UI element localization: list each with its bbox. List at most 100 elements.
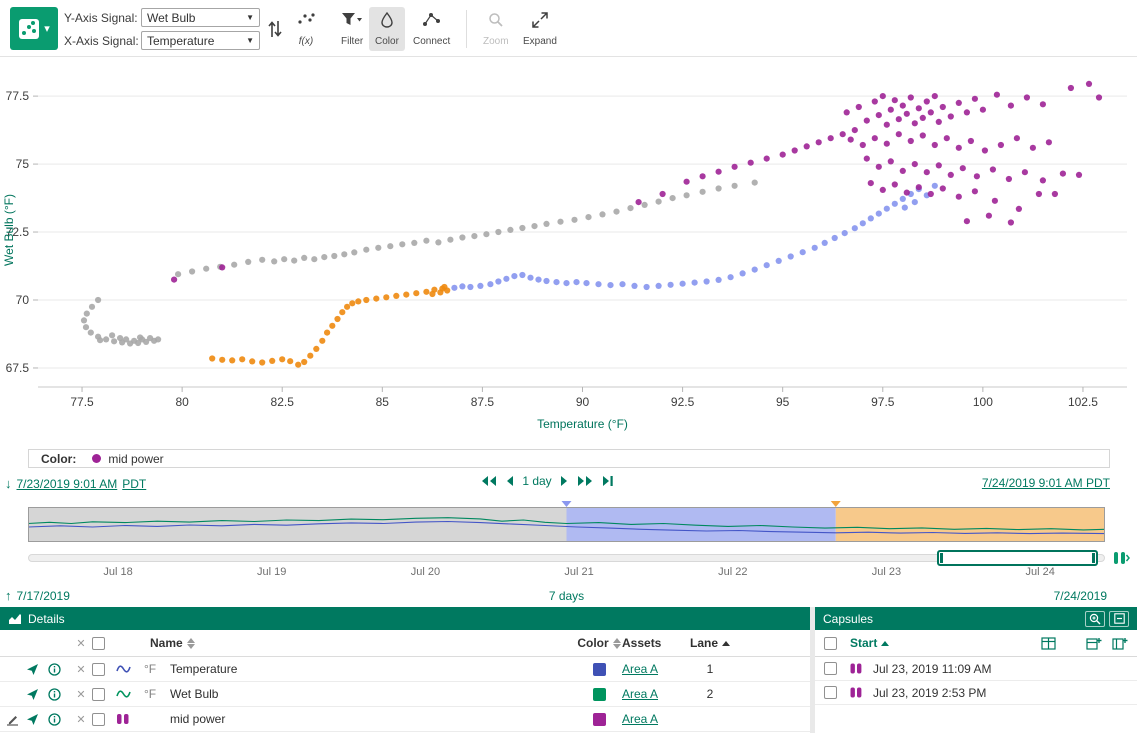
columns-icon[interactable] [1041,637,1056,650]
trend-navigate-icon[interactable] [26,713,39,726]
fx-button[interactable]: f(x) [291,7,321,51]
date-axis: Jul 18Jul 19Jul 20Jul 21Jul 22Jul 23Jul … [28,566,1105,580]
name-column-header[interactable]: Name [150,636,183,650]
strip-marker[interactable] [562,501,572,507]
step-forward-button[interactable] [560,475,569,487]
toolbar-separator [466,10,467,48]
row-checkbox[interactable] [92,713,105,726]
scatter-plot[interactable]: 67.57072.57577.577.58082.58587.59092.595… [0,57,1137,447]
sort-icon[interactable] [613,638,621,649]
step-back-full-button[interactable] [480,475,497,487]
step-forward-full-button[interactable] [577,475,594,487]
swap-arrows-icon [267,19,283,39]
remove-icon[interactable]: ✕ [76,713,85,726]
x-axis-title: Temperature (°F) [537,417,628,431]
connect-button[interactable]: Connect [407,7,456,51]
zoom-label: Zoom [483,36,509,47]
zoom-to-capsule-button[interactable] [1085,611,1105,627]
item-name: Temperature [170,662,576,676]
asset-link[interactable]: Area A [622,662,658,676]
start-timezone-link[interactable]: PDT [122,477,146,491]
start-column-header[interactable]: Start [850,636,877,650]
up-arrow-icon: ↑ [5,588,12,603]
sort-asc-icon[interactable] [881,641,889,646]
color-swatch[interactable] [593,688,606,701]
x-tick-label: 85 [376,395,390,409]
trend-navigate-icon[interactable] [26,688,39,701]
scatter-series-uncolored [81,180,758,347]
filter-label: Filter [341,36,363,47]
filter-button[interactable]: Filter [335,7,369,51]
sort-icon[interactable] [187,638,195,649]
add-column-icon[interactable] [1086,637,1102,650]
range-end-date[interactable]: 7/24/2019 [1054,589,1107,603]
sort-asc-icon[interactable] [722,641,730,646]
lane-value: 1 [686,662,734,676]
fx-scatter-icon [297,12,315,26]
collapse-panel-button[interactable] [1109,611,1129,627]
select-all-capsules-checkbox[interactable] [824,637,837,650]
asset-link[interactable]: Area A [622,687,658,701]
view-selector-button[interactable]: ▾ [10,7,58,50]
x-tick-label: 92.5 [671,395,695,409]
info-icon[interactable] [48,713,61,726]
trend-navigate-icon[interactable] [26,663,39,676]
strip-marker[interactable] [831,501,841,507]
row-checkbox[interactable] [92,663,105,676]
time-slider-selection[interactable] [937,550,1098,566]
x-tick-label: 80 [175,395,189,409]
auto-update-icon[interactable] [1112,550,1130,569]
connect-icon [422,12,442,27]
x-tick-label: 77.5 [70,395,94,409]
step-size-label[interactable]: 1 day [522,474,551,488]
edit-icon[interactable] [6,713,19,726]
end-datetime-link[interactable]: 7/24/2019 9:01 AM PDT [982,476,1110,490]
x-tick-label: 100 [973,395,993,409]
add-stat-column-icon[interactable] [1112,637,1128,650]
date-tick-label: Jul 24 [1025,566,1054,578]
lane-column-header[interactable]: Lane [690,636,718,650]
capsules-title: Capsules [823,612,1081,626]
expand-button[interactable]: Expand [517,7,563,51]
asset-link[interactable]: Area A [622,712,658,726]
color-droplet-icon [380,12,394,28]
x-axis-select[interactable]: Temperature ▼ [141,31,260,50]
capsule-checkbox[interactable] [824,686,837,699]
y-axis-select[interactable]: Wet Bulb ▼ [141,8,260,27]
info-icon[interactable] [48,688,61,701]
select-caret-icon: ▼ [246,36,254,45]
minimize-icon [1114,613,1125,624]
select-all-checkbox[interactable] [92,637,105,650]
zoom-icon [488,12,504,28]
info-icon[interactable] [48,663,61,676]
details-row-wet-bulb[interactable]: ✕ °F Wet Bulb Area A 2 [0,682,810,707]
capsule-row[interactable]: Jul 23, 2019 11:09 AM [815,657,1137,681]
swap-axes-button[interactable] [263,15,287,42]
color-swatch[interactable] [593,663,606,676]
scatter-series-mid-power [171,81,1102,283]
step-to-end-button[interactable] [602,475,614,487]
step-back-button[interactable] [505,475,514,487]
fx-label: f(x) [299,36,313,47]
details-panel: Details ✕ Name Color Assets Lane ✕ [0,607,810,733]
start-datetime-link[interactable]: 7/23/2019 9:01 AM [17,477,118,491]
color-button[interactable]: Color [369,7,405,51]
remove-all-icon[interactable]: ✕ [76,637,85,650]
color-swatch[interactable] [593,713,606,726]
row-checkbox[interactable] [92,688,105,701]
capsule-checkbox[interactable] [824,662,837,675]
range-duration[interactable]: 7 days [28,589,1105,603]
x-tick-label: 102.5 [1068,395,1098,409]
x-tick-label: 97.5 [871,395,895,409]
assets-column-header[interactable]: Assets [622,636,661,650]
trend-preview-strip[interactable] [28,501,1105,543]
color-column-header[interactable]: Color [577,636,608,650]
details-row-temperature[interactable]: ✕ °F Temperature Area A 1 [0,657,810,682]
details-row-mid-power[interactable]: ✕ mid power Area A [0,707,810,732]
remove-icon[interactable]: ✕ [76,663,85,676]
remove-icon[interactable]: ✕ [76,688,85,701]
scatter-series-low-power [209,284,450,368]
capsule-row[interactable]: Jul 23, 2019 2:53 PM [815,681,1137,705]
double-right-icon [577,475,594,487]
details-header: Details [0,607,810,630]
